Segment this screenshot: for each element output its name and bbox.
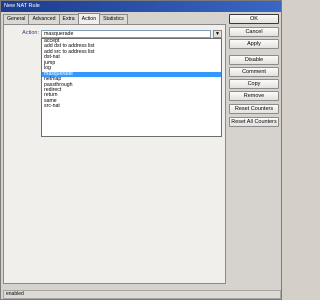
- copy-button[interactable]: Copy: [229, 79, 279, 89]
- chevron-down-icon[interactable]: ▼: [213, 30, 222, 38]
- apply-button[interactable]: Apply: [229, 39, 279, 49]
- action-label: Action:: [22, 30, 39, 36]
- status-bar: enabled: [3, 290, 281, 299]
- action-select[interactable]: masquerade: [41, 30, 211, 38]
- action-dropdown-list: accept add dst to address list add src t…: [41, 38, 222, 137]
- tab-extra[interactable]: Extra: [58, 14, 79, 24]
- tab-bar: General Advanced Extra Action Statistics: [3, 13, 128, 24]
- tab-action[interactable]: Action: [77, 13, 101, 24]
- remove-button[interactable]: Remove: [229, 91, 279, 101]
- reset-all-counters-button[interactable]: Reset All Counters: [229, 117, 279, 127]
- tab-statistics[interactable]: Statistics: [99, 14, 128, 24]
- action-panel: Action: masquerade ▼ accept add dst to a…: [3, 24, 226, 284]
- reset-counters-button[interactable]: Reset Counters: [229, 104, 279, 114]
- ok-button[interactable]: OK: [229, 14, 279, 24]
- disable-button[interactable]: Disable: [229, 55, 279, 65]
- tab-advanced[interactable]: Advanced: [28, 14, 60, 24]
- tab-general[interactable]: General: [3, 14, 30, 24]
- option-src-nat[interactable]: src-nat: [42, 103, 221, 109]
- cancel-button[interactable]: Cancel: [229, 27, 279, 37]
- window-title: New NAT Rule: [1, 1, 281, 12]
- nat-rule-window: New NAT Rule General Advanced Extra Acti…: [0, 0, 282, 300]
- comment-button[interactable]: Comment: [229, 67, 279, 77]
